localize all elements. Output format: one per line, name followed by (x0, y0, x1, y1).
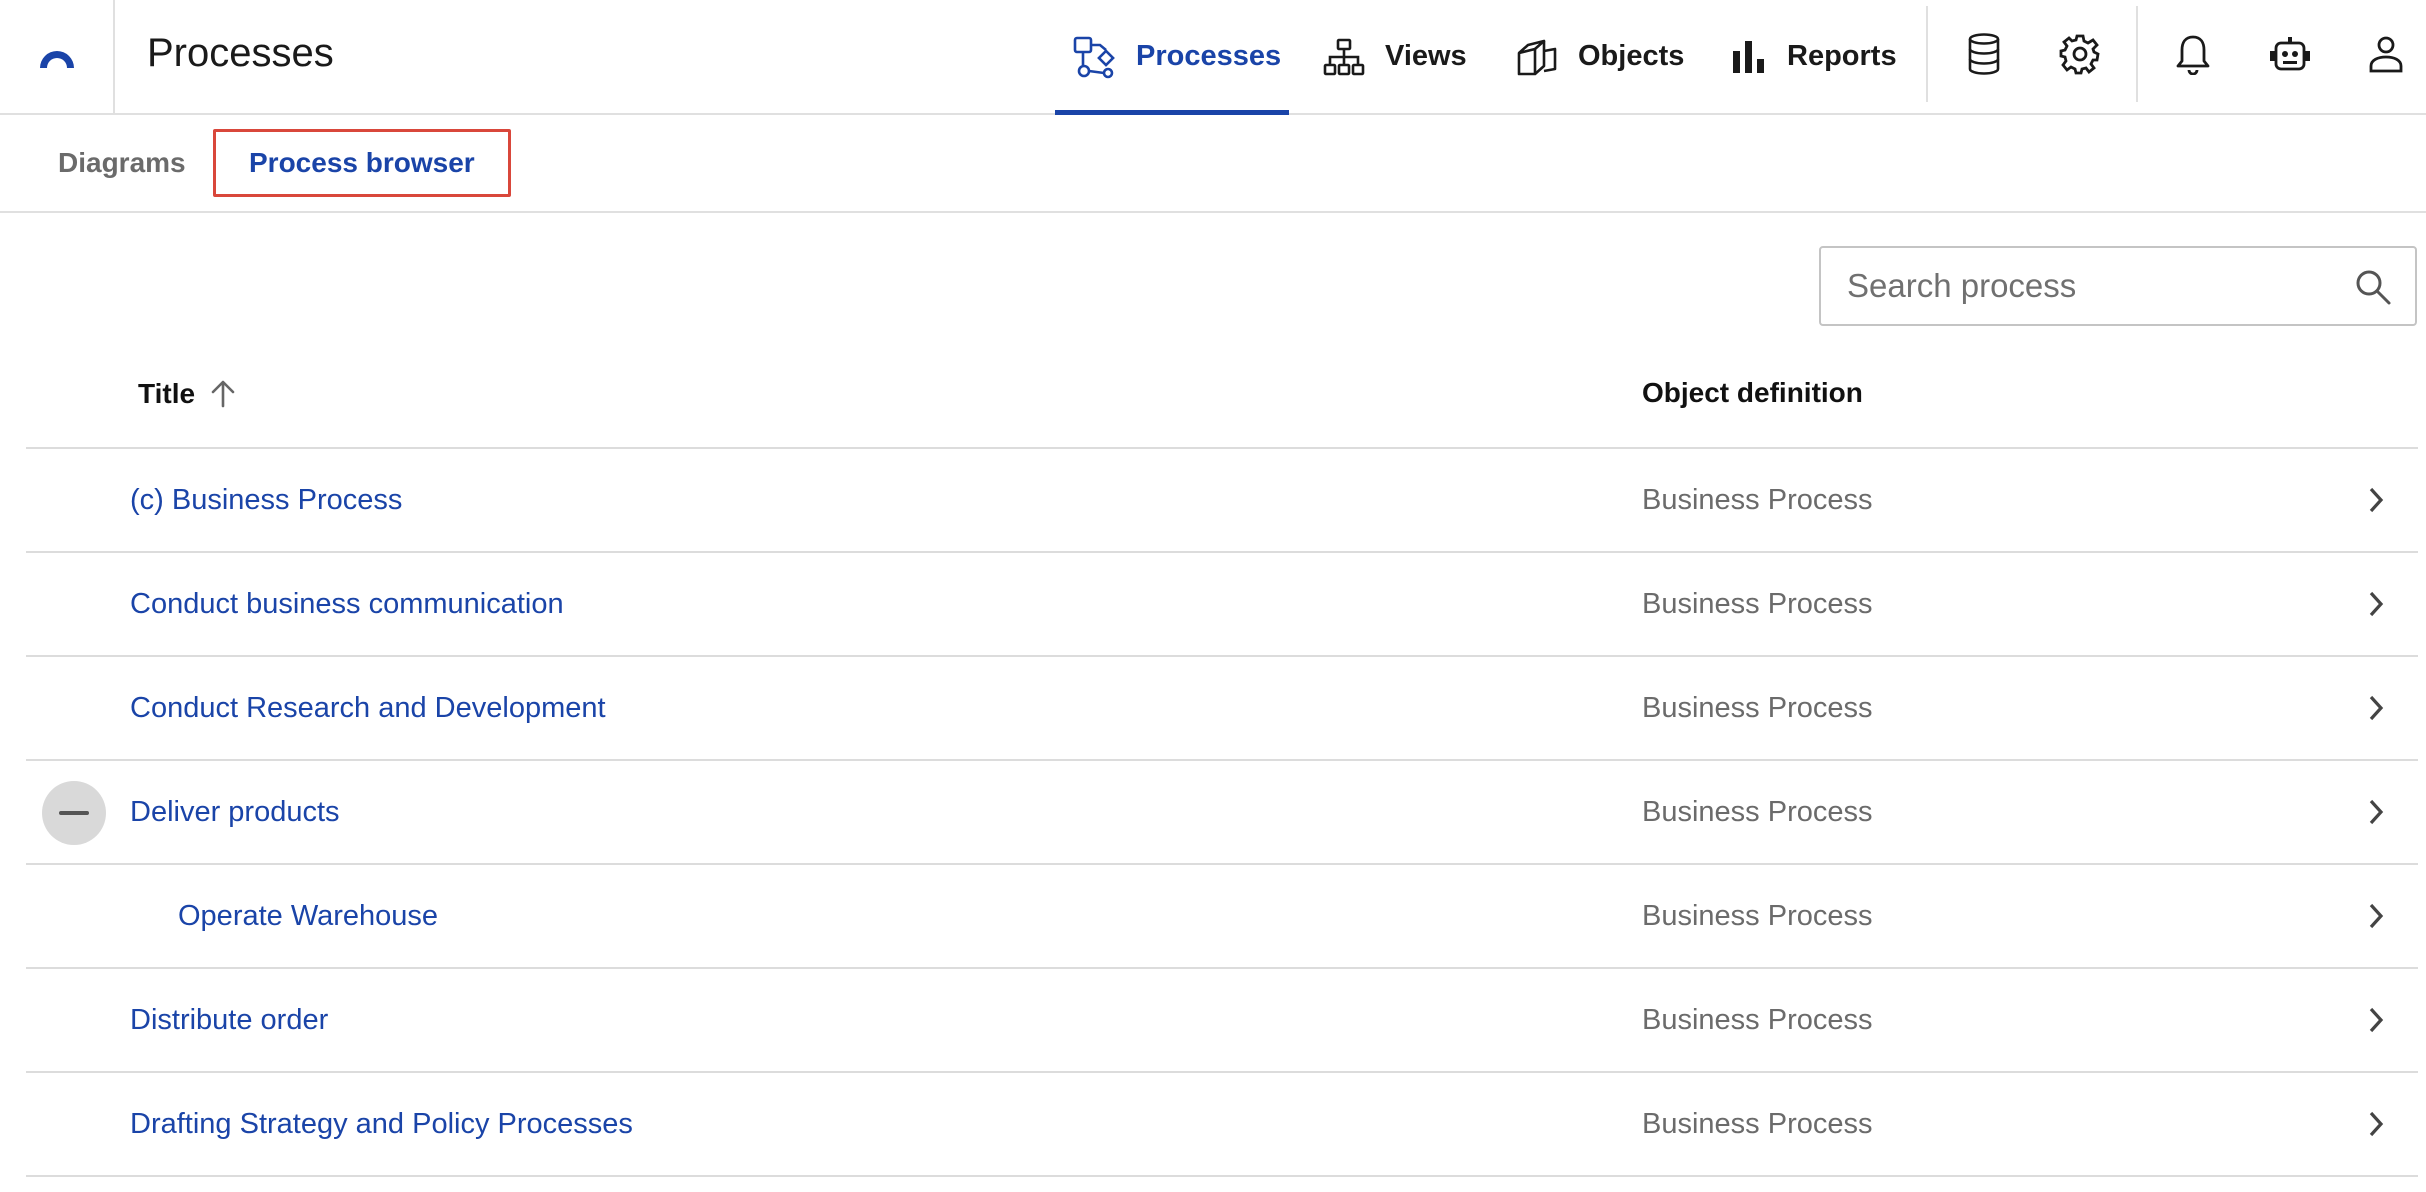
nav-tab-views[interactable]: Views (1323, 0, 1467, 113)
process-title-link[interactable]: Distribute order (130, 969, 328, 1071)
assistant-button[interactable] (2260, 24, 2320, 84)
nav-tab-objects[interactable]: Objects (1516, 0, 1684, 113)
chevron-right-icon[interactable] (2366, 796, 2386, 828)
table-row[interactable]: Deliver products Business Process (26, 761, 2418, 865)
app-logo[interactable] (0, 0, 115, 113)
bell-icon (2176, 35, 2210, 75)
object-definition: Business Process (1642, 588, 1873, 620)
collapse-button[interactable] (42, 781, 106, 845)
divider (2136, 6, 2138, 102)
object-definition: Business Process (1642, 796, 1873, 828)
search-icon[interactable] (2353, 267, 2393, 307)
object-definition: Business Process (1642, 1108, 1873, 1140)
column-header-title-label: Title (138, 377, 196, 409)
process-title-link[interactable]: Operate Warehouse (178, 865, 438, 967)
minus-icon (59, 811, 89, 815)
notifications-button[interactable] (2163, 24, 2223, 84)
process-title-link[interactable]: (c) Business Process (130, 449, 402, 551)
process-title-link[interactable]: Conduct Research and Development (130, 657, 606, 759)
page-title: Processes (147, 31, 334, 75)
hierarchy-icon (1323, 38, 1365, 75)
chevron-right-icon[interactable] (2366, 900, 2386, 932)
nav-tab-processes-label: Processes (1136, 40, 1282, 72)
database-button[interactable] (1954, 24, 2014, 84)
cube-icon (1517, 39, 1557, 75)
search-box (1819, 246, 2417, 326)
table-header: Title Object definition (26, 350, 2418, 449)
logo-icon (39, 50, 74, 68)
bar-chart-icon (1733, 40, 1764, 73)
process-icon (1073, 36, 1115, 78)
robot-icon (2270, 37, 2310, 71)
nav-tab-processes[interactable]: Processes (1055, 0, 1289, 115)
chevron-right-icon[interactable] (2366, 1004, 2386, 1036)
table-row[interactable]: Drafting Strategy and Policy Processes B… (26, 1073, 2418, 1177)
object-definition: Business Process (1642, 692, 1873, 724)
nav-tab-reports[interactable]: Reports (1731, 0, 1897, 113)
table-row[interactable]: Conduct Research and Development Busines… (26, 657, 2418, 761)
chevron-right-icon[interactable] (2366, 692, 2386, 724)
nav-tab-reports-label: Reports (1787, 40, 1897, 72)
sub-tabs: Diagrams Process browser (0, 115, 2426, 213)
chevron-right-icon[interactable] (2366, 1108, 2386, 1140)
nav-tab-views-label: Views (1385, 40, 1467, 72)
divider (1926, 6, 1928, 102)
object-definition: Business Process (1642, 484, 1873, 516)
settings-button[interactable] (2050, 24, 2110, 84)
chevron-right-icon[interactable] (2366, 588, 2386, 620)
table-row[interactable]: (c) Business Process Business Process (26, 449, 2418, 553)
tab-diagrams[interactable]: Diagrams (58, 129, 186, 197)
object-definition: Business Process (1642, 1004, 1873, 1036)
column-header-title[interactable]: Title (138, 350, 237, 447)
sort-ascending-icon[interactable] (209, 379, 237, 409)
database-icon (1968, 33, 2000, 75)
user-icon (2369, 36, 2403, 73)
gear-icon (2059, 34, 2100, 75)
process-title-link[interactable]: Conduct business communication (130, 553, 564, 655)
table-row[interactable]: Distribute order Business Process (26, 969, 2418, 1073)
chevron-right-icon[interactable] (2366, 484, 2386, 516)
table-row[interactable]: Operate Warehouse Business Process (26, 865, 2418, 969)
search-input[interactable] (1821, 248, 2331, 324)
table-row[interactable]: Conduct business communication Business … (26, 553, 2418, 657)
nav-tab-objects-label: Objects (1578, 40, 1685, 72)
top-bar: Processes Processes Views Objects Report… (0, 0, 2426, 115)
process-title-link[interactable]: Deliver products (130, 761, 340, 863)
tab-process-browser[interactable]: Process browser (213, 129, 511, 197)
object-definition: Business Process (1642, 900, 1873, 932)
account-button[interactable] (2356, 24, 2416, 84)
column-header-definition: Object definition (1642, 377, 1863, 408)
process-title-link[interactable]: Drafting Strategy and Policy Processes (130, 1073, 633, 1175)
